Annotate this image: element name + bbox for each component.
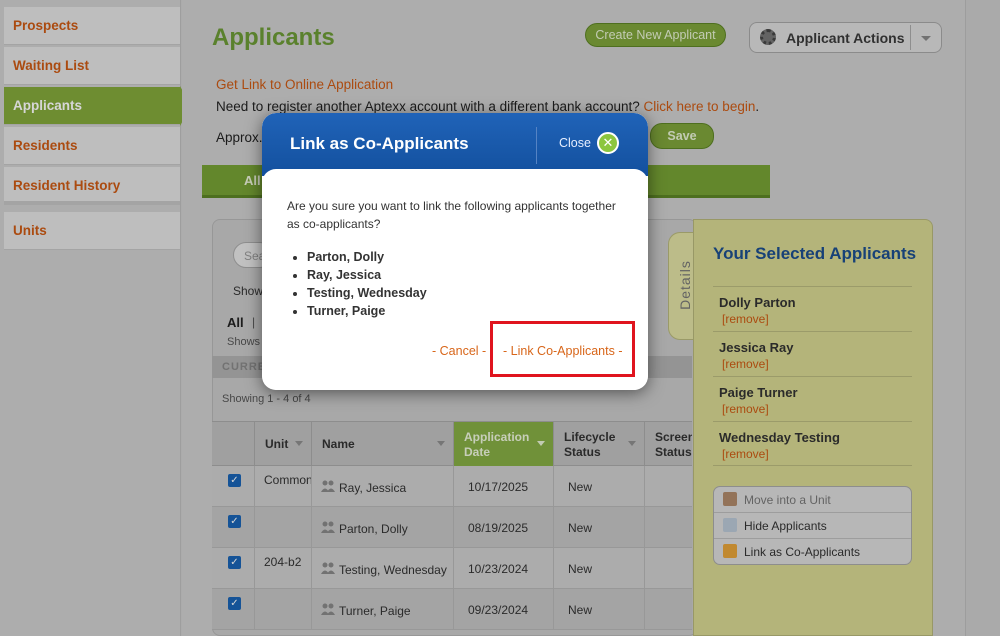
confirm-question: Are you sure you want to link the follow… <box>287 199 616 231</box>
applicant-list: Parton, Dolly Ray, Jessica Testing, Wedn… <box>307 248 427 320</box>
close-icon[interactable]: ✕ <box>597 132 619 154</box>
cancel-button[interactable]: - Cancel - <box>432 344 486 358</box>
list-item: Testing, Wednesday <box>307 284 427 302</box>
close-button[interactable]: Close <box>559 136 591 150</box>
divider <box>536 127 537 164</box>
dialog-header: Link as Co-Applicants Close ✕ <box>262 113 648 176</box>
dialog-title: Link as Co-Applicants <box>290 134 469 153</box>
highlight-box <box>490 321 635 377</box>
list-item: Ray, Jessica <box>307 266 427 284</box>
list-item: Parton, Dolly <box>307 248 427 266</box>
list-item: Turner, Paige <box>307 302 427 320</box>
